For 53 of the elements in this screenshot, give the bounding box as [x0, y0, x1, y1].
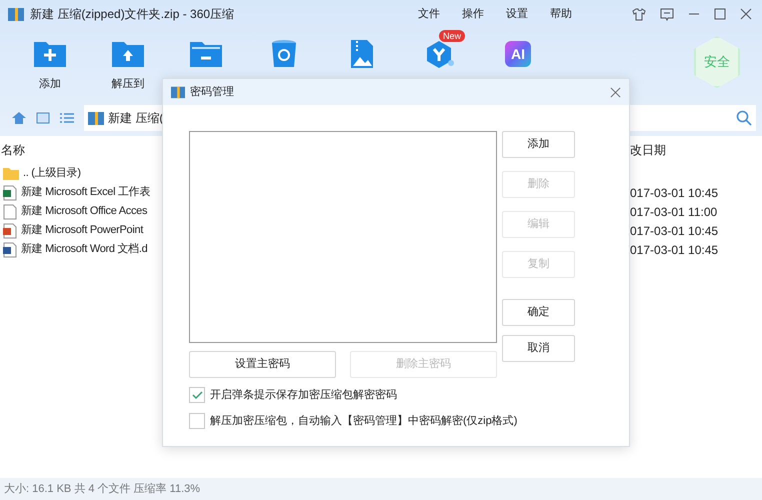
file-name[interactable]: .. (上级目录): [23, 165, 81, 182]
shirt-icon[interactable]: [632, 8, 646, 20]
folder-add-icon[interactable]: [33, 40, 67, 68]
search-icon[interactable]: [736, 110, 752, 126]
message-icon[interactable]: [660, 8, 674, 20]
modified-date: 017-03-01 10:45: [630, 184, 718, 202]
file-name[interactable]: 新建 Microsoft Word 文档.d: [21, 241, 148, 258]
archive-file-icon: [88, 110, 104, 126]
archive-app-icon: [8, 6, 24, 22]
dialog-title: 密码管理: [190, 84, 234, 100]
dialog-button[interactable]: 添加: [502, 131, 575, 158]
modified-date: 017-03-01 10:45: [630, 242, 718, 258]
folder-upload-icon[interactable]: [111, 40, 145, 68]
list-view-icon[interactable]: [60, 112, 74, 124]
window-title: 新建 压缩(zipped)文件夹.zip - 360压缩: [30, 6, 234, 23]
dialog-button[interactable]: 确定: [502, 299, 575, 326]
modified-date: 017-03-01 11:00: [630, 204, 718, 220]
home-icon[interactable]: [12, 112, 26, 124]
hexagon-app-icon[interactable]: [425, 39, 455, 69]
image-file-icon[interactable]: [350, 39, 374, 69]
folder-icon: [3, 167, 19, 180]
maximize-icon[interactable]: [714, 8, 726, 20]
toolbar-label: 解压到: [112, 77, 144, 92]
toolbar-label: 添加: [39, 77, 61, 92]
status-text: 大小: 16.1 KB 共 4 个文件 压缩率 11.3%: [4, 482, 200, 497]
option-label[interactable]: 开启弹条提示保存加密压缩包解密密码: [210, 387, 397, 404]
archive-app-icon: [171, 85, 185, 99]
menu-item[interactable]: 文件: [418, 6, 440, 22]
ai-app-icon[interactable]: AI: [505, 41, 531, 67]
menu-item[interactable]: 设置: [506, 6, 528, 22]
trash-bin-icon[interactable]: [271, 39, 297, 69]
document-file-icon: [3, 242, 17, 258]
checkbox[interactable]: [189, 412, 205, 429]
file-name[interactable]: 新建 Microsoft Office Acces: [21, 203, 148, 220]
blank-file-icon: [3, 204, 17, 220]
new-badge: New: [439, 30, 466, 42]
check-icon: [192, 390, 202, 400]
close-icon[interactable]: [610, 86, 621, 98]
checkbox[interactable]: [189, 387, 205, 404]
column-header[interactable]: 改日期: [630, 141, 666, 159]
file-name[interactable]: 新建 Microsoft Excel 工作表: [21, 184, 150, 201]
slides-file-icon: [3, 222, 17, 238]
spreadsheet-file-icon: [3, 184, 17, 200]
folder-minus-icon[interactable]: [189, 40, 223, 68]
menu-item[interactable]: 帮助: [550, 6, 572, 22]
menu-item[interactable]: 操作: [462, 6, 484, 22]
file-name[interactable]: 新建 Microsoft PowerPoint: [21, 222, 144, 239]
thumbnail-view-icon[interactable]: [36, 112, 50, 124]
close-icon[interactable]: [740, 8, 752, 20]
dialog-button[interactable]: 取消: [502, 335, 575, 362]
dialog-button[interactable]: 设置主密码: [189, 351, 336, 378]
option-label[interactable]: 解压加密压缩包，自动输入【密码管理】中密码解密(仅zip格式): [210, 412, 518, 429]
modified-date: 017-03-01 10:45: [630, 222, 718, 240]
